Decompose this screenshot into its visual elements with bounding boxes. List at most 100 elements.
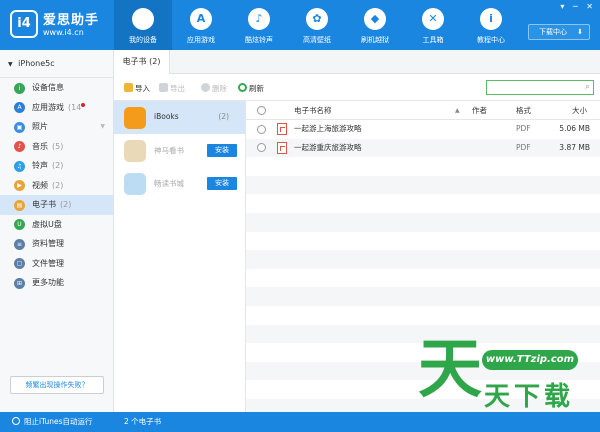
sidebar-item-label: 文件管理 <box>32 258 64 268</box>
col-author[interactable]: 作者 <box>472 101 487 120</box>
brand-url: www.i4.cn <box>43 28 84 37</box>
window-controls[interactable]: ▾ ─ ✕ <box>560 2 596 11</box>
empty-row <box>246 287 600 306</box>
nav-tab-label: 刷机越狱 <box>361 36 389 44</box>
top-header: i4 爱思助手 www.i4.cn 我的设备 A 应用游戏 ♪ 酷炫铃声 ✿ 高清壁纸 ◆ 刷机… <box>0 0 600 50</box>
app-icon <box>124 107 146 129</box>
sidebar-item-10[interactable]: ⊞ 更多功能 <box>0 273 113 293</box>
nav-tab-3[interactable]: ✿ 高清壁纸 <box>288 0 346 50</box>
sidebar-item-label: 应用游戏 <box>32 102 64 112</box>
sidebar-item-1[interactable]: A 应用游戏 (14 <box>0 98 113 118</box>
sidebar-item-label: 电子书 <box>32 200 56 209</box>
sidebar-item-label: 更多功能 <box>32 278 64 287</box>
nav-tab-4[interactable]: ◆ 刷机越狱 <box>346 0 404 50</box>
ebook-name: 一起游上海旅游攻略 <box>294 124 362 133</box>
nav-tab-label: 酷炫铃声 <box>245 36 273 44</box>
app-name: 畅读书城 <box>154 179 184 188</box>
empty-row <box>246 212 600 232</box>
ebook-app-list: iBooks (2) 神马看书 安装畅读书城 安装 <box>114 101 246 412</box>
table-row[interactable]: 一起游上海旅游攻略 PDF 5.06 MB <box>246 120 600 139</box>
sidebar-item-count: (2) <box>60 200 72 209</box>
import-button[interactable]: 导入 <box>124 83 150 94</box>
toolbar: 导入 导出 删除 刷新 ⌕ <box>114 74 600 101</box>
brand: i4 爱思助手 www.i4.cn <box>0 0 114 50</box>
sidebar-item-4[interactable]: ♫ 铃声 (2) <box>0 156 113 176</box>
empty-row <box>246 306 600 325</box>
tab-ebooks[interactable]: 电子书 (2) <box>114 50 170 74</box>
sidebar-item-count: (5) <box>52 141 64 151</box>
udisk-icon: U <box>14 219 25 230</box>
sidebar-item-label: 铃声 <box>32 161 48 170</box>
search-icon: ⌕ <box>584 82 590 92</box>
empty-row <box>246 250 600 269</box>
music-icon: ♪ <box>14 141 25 152</box>
sidebar-item-7[interactable]: U 虚拟U盘 <box>0 215 113 235</box>
nav-tab-label: 工具箱 <box>422 36 444 44</box>
i4-logo-icon: i4 <box>10 10 38 38</box>
col-format[interactable]: 格式 <box>516 101 531 120</box>
select-all-radio[interactable] <box>257 106 266 115</box>
search-box[interactable]: ⌕ <box>486 80 594 95</box>
video-icon: ▶ <box>14 180 25 191</box>
download-arrow-icon: ⬇ <box>577 28 583 36</box>
dropbox-icon: ◆ <box>364 8 386 30</box>
col-name[interactable]: 电子书名称 <box>294 101 332 120</box>
nav-tab-5[interactable]: ✕ 工具箱 <box>404 0 462 50</box>
install-button[interactable]: 安装 <box>207 177 237 190</box>
sidebar-item-8[interactable]: ≡ 资料管理 <box>0 234 113 254</box>
ebook-app-1[interactable]: 神马看书 安装 <box>114 134 245 167</box>
device-name: iPhone5c <box>18 59 55 68</box>
export-button[interactable]: 导出 <box>159 83 185 94</box>
notification-dot-icon <box>81 102 86 107</box>
table-row[interactable]: 一起游重庆旅游攻略 PDF 3.87 MB <box>246 138 600 158</box>
watermark-url: www.TTzip.com <box>482 350 578 370</box>
download-center-button[interactable]: 下载中心 ⬇ <box>528 24 590 40</box>
install-button[interactable]: 安装 <box>207 144 237 157</box>
delete-button[interactable]: 删除 <box>201 83 227 94</box>
ebook-format: PDF <box>516 142 531 152</box>
chevron-down-icon[interactable]: ▼ <box>100 117 105 137</box>
sidebar-item-label: 照片 <box>32 122 48 131</box>
nav-tab-1[interactable]: A 应用游戏 <box>172 0 230 50</box>
empty-row <box>246 269 600 288</box>
sidebar-item-0[interactable]: i 设备信息 <box>0 78 113 98</box>
ebook-app-0[interactable]: iBooks (2) <box>114 101 245 134</box>
table-header: 电子书名称 ▲ 作者 格式 大小 <box>246 101 600 120</box>
row-select-radio[interactable] <box>257 124 266 134</box>
row-select-radio[interactable] <box>257 143 266 153</box>
sidebar-item-2[interactable]: ▣ 照片 ▼ <box>0 117 113 137</box>
sort-up-icon[interactable]: ▲ <box>455 101 460 120</box>
ebook-icon: ▤ <box>14 199 25 211</box>
file-manage-icon: ▢ <box>14 258 25 269</box>
ebook-app-2[interactable]: 畅读书城 安装 <box>114 167 245 200</box>
nav-tab-0[interactable]: 我的设备 <box>114 0 172 50</box>
nav-tab-label: 我的设备 <box>129 36 157 44</box>
export-icon <box>159 83 168 92</box>
sidebar-item-9[interactable]: ▢ 文件管理 <box>0 254 113 274</box>
ebook-size: 3.87 MB <box>559 142 590 152</box>
ebook-format: PDF <box>516 124 531 133</box>
tab-strip: 电子书 (2) <box>114 50 600 74</box>
sidebar-item-5[interactable]: ▶ 视频 (2) <box>0 176 113 196</box>
sidebar-list: i 设备信息 A 应用游戏 (14 ▣ 照片 ▼ ♪ 音乐 (5) ♫ 铃声 (2) ▶ 视频 (2) ▤ 电子书 (… <box>0 78 113 293</box>
more-icon: ⊞ <box>14 277 25 289</box>
operation-fail-button[interactable]: 频繁出现操作失败？ <box>10 376 104 394</box>
sidebar-item-label: 视频 <box>32 180 48 190</box>
refresh-button[interactable]: 刷新 <box>238 83 264 94</box>
sidebar-item-6[interactable]: ▤ 电子书 (2) <box>0 195 113 215</box>
refresh-icon <box>238 83 247 92</box>
device-selector[interactable]: ▼ iPhone5c <box>0 50 113 78</box>
nav-tab-6[interactable]: i 教程中心 <box>462 0 520 50</box>
app-icon <box>124 173 146 195</box>
photo-icon: ▣ <box>14 121 25 133</box>
nav-tab-2[interactable]: ♪ 酷炫铃声 <box>230 0 288 50</box>
block-itunes-toggle[interactable]: 阻止iTunes自动运行 <box>12 412 93 432</box>
sidebar-item-label: 资料管理 <box>32 239 64 248</box>
sidebar-item-count: (2) <box>52 161 64 170</box>
sidebar-item-3[interactable]: ♪ 音乐 (5) <box>0 137 113 157</box>
nav-tab-label: 高清壁纸 <box>303 36 331 44</box>
col-size[interactable]: 大小 <box>572 101 587 120</box>
sidebar-item-count: (14 <box>68 102 82 112</box>
toggle-circle-icon <box>12 417 20 425</box>
sidebar: ▼ iPhone5c i 设备信息 A 应用游戏 (14 ▣ 照片 ▼ ♪ 音乐 (5) ♫ 铃声 (2)… <box>0 50 114 412</box>
